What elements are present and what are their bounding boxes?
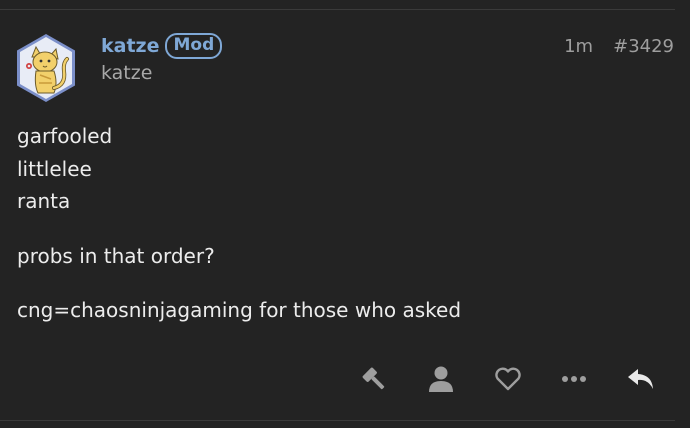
poster-names: katze Mod katze [101, 33, 223, 84]
top-divider [0, 9, 675, 10]
user-icon[interactable] [424, 362, 458, 396]
paragraph: probs in that order? [17, 240, 461, 273]
text-line: probs in that order? [17, 243, 215, 268]
reply-icon[interactable] [624, 362, 658, 396]
paragraph: cng=chaosninjagaming for those who asked [17, 294, 461, 327]
paragraph: garfooled littlelee ranta [17, 120, 461, 218]
post: katze Mod katze 1m #3429 garfooled littlel… [0, 0, 690, 428]
text-line: garfooled [17, 124, 113, 148]
avatar[interactable] [16, 33, 76, 103]
like-heart-icon[interactable] [491, 362, 525, 396]
post-number[interactable]: #3429 [613, 36, 674, 57]
full-name: katze [101, 62, 153, 84]
more-ellipsis-icon[interactable] [557, 362, 591, 396]
mod-badge: Mod [165, 33, 223, 59]
post-meta: 1m #3429 [564, 36, 674, 57]
username-link[interactable]: katze [101, 35, 159, 57]
text-line: littlelee [17, 156, 92, 181]
text-line: ranta [17, 189, 71, 213]
post-content: garfooled littlelee ranta probs in that … [17, 120, 461, 349]
bottom-divider [0, 420, 675, 421]
admin-gavel-icon[interactable] [357, 362, 391, 396]
post-actions [0, 362, 690, 396]
post-time[interactable]: 1m [564, 36, 593, 57]
text-line: cng=chaosninjagaming for those who asked [17, 298, 462, 322]
